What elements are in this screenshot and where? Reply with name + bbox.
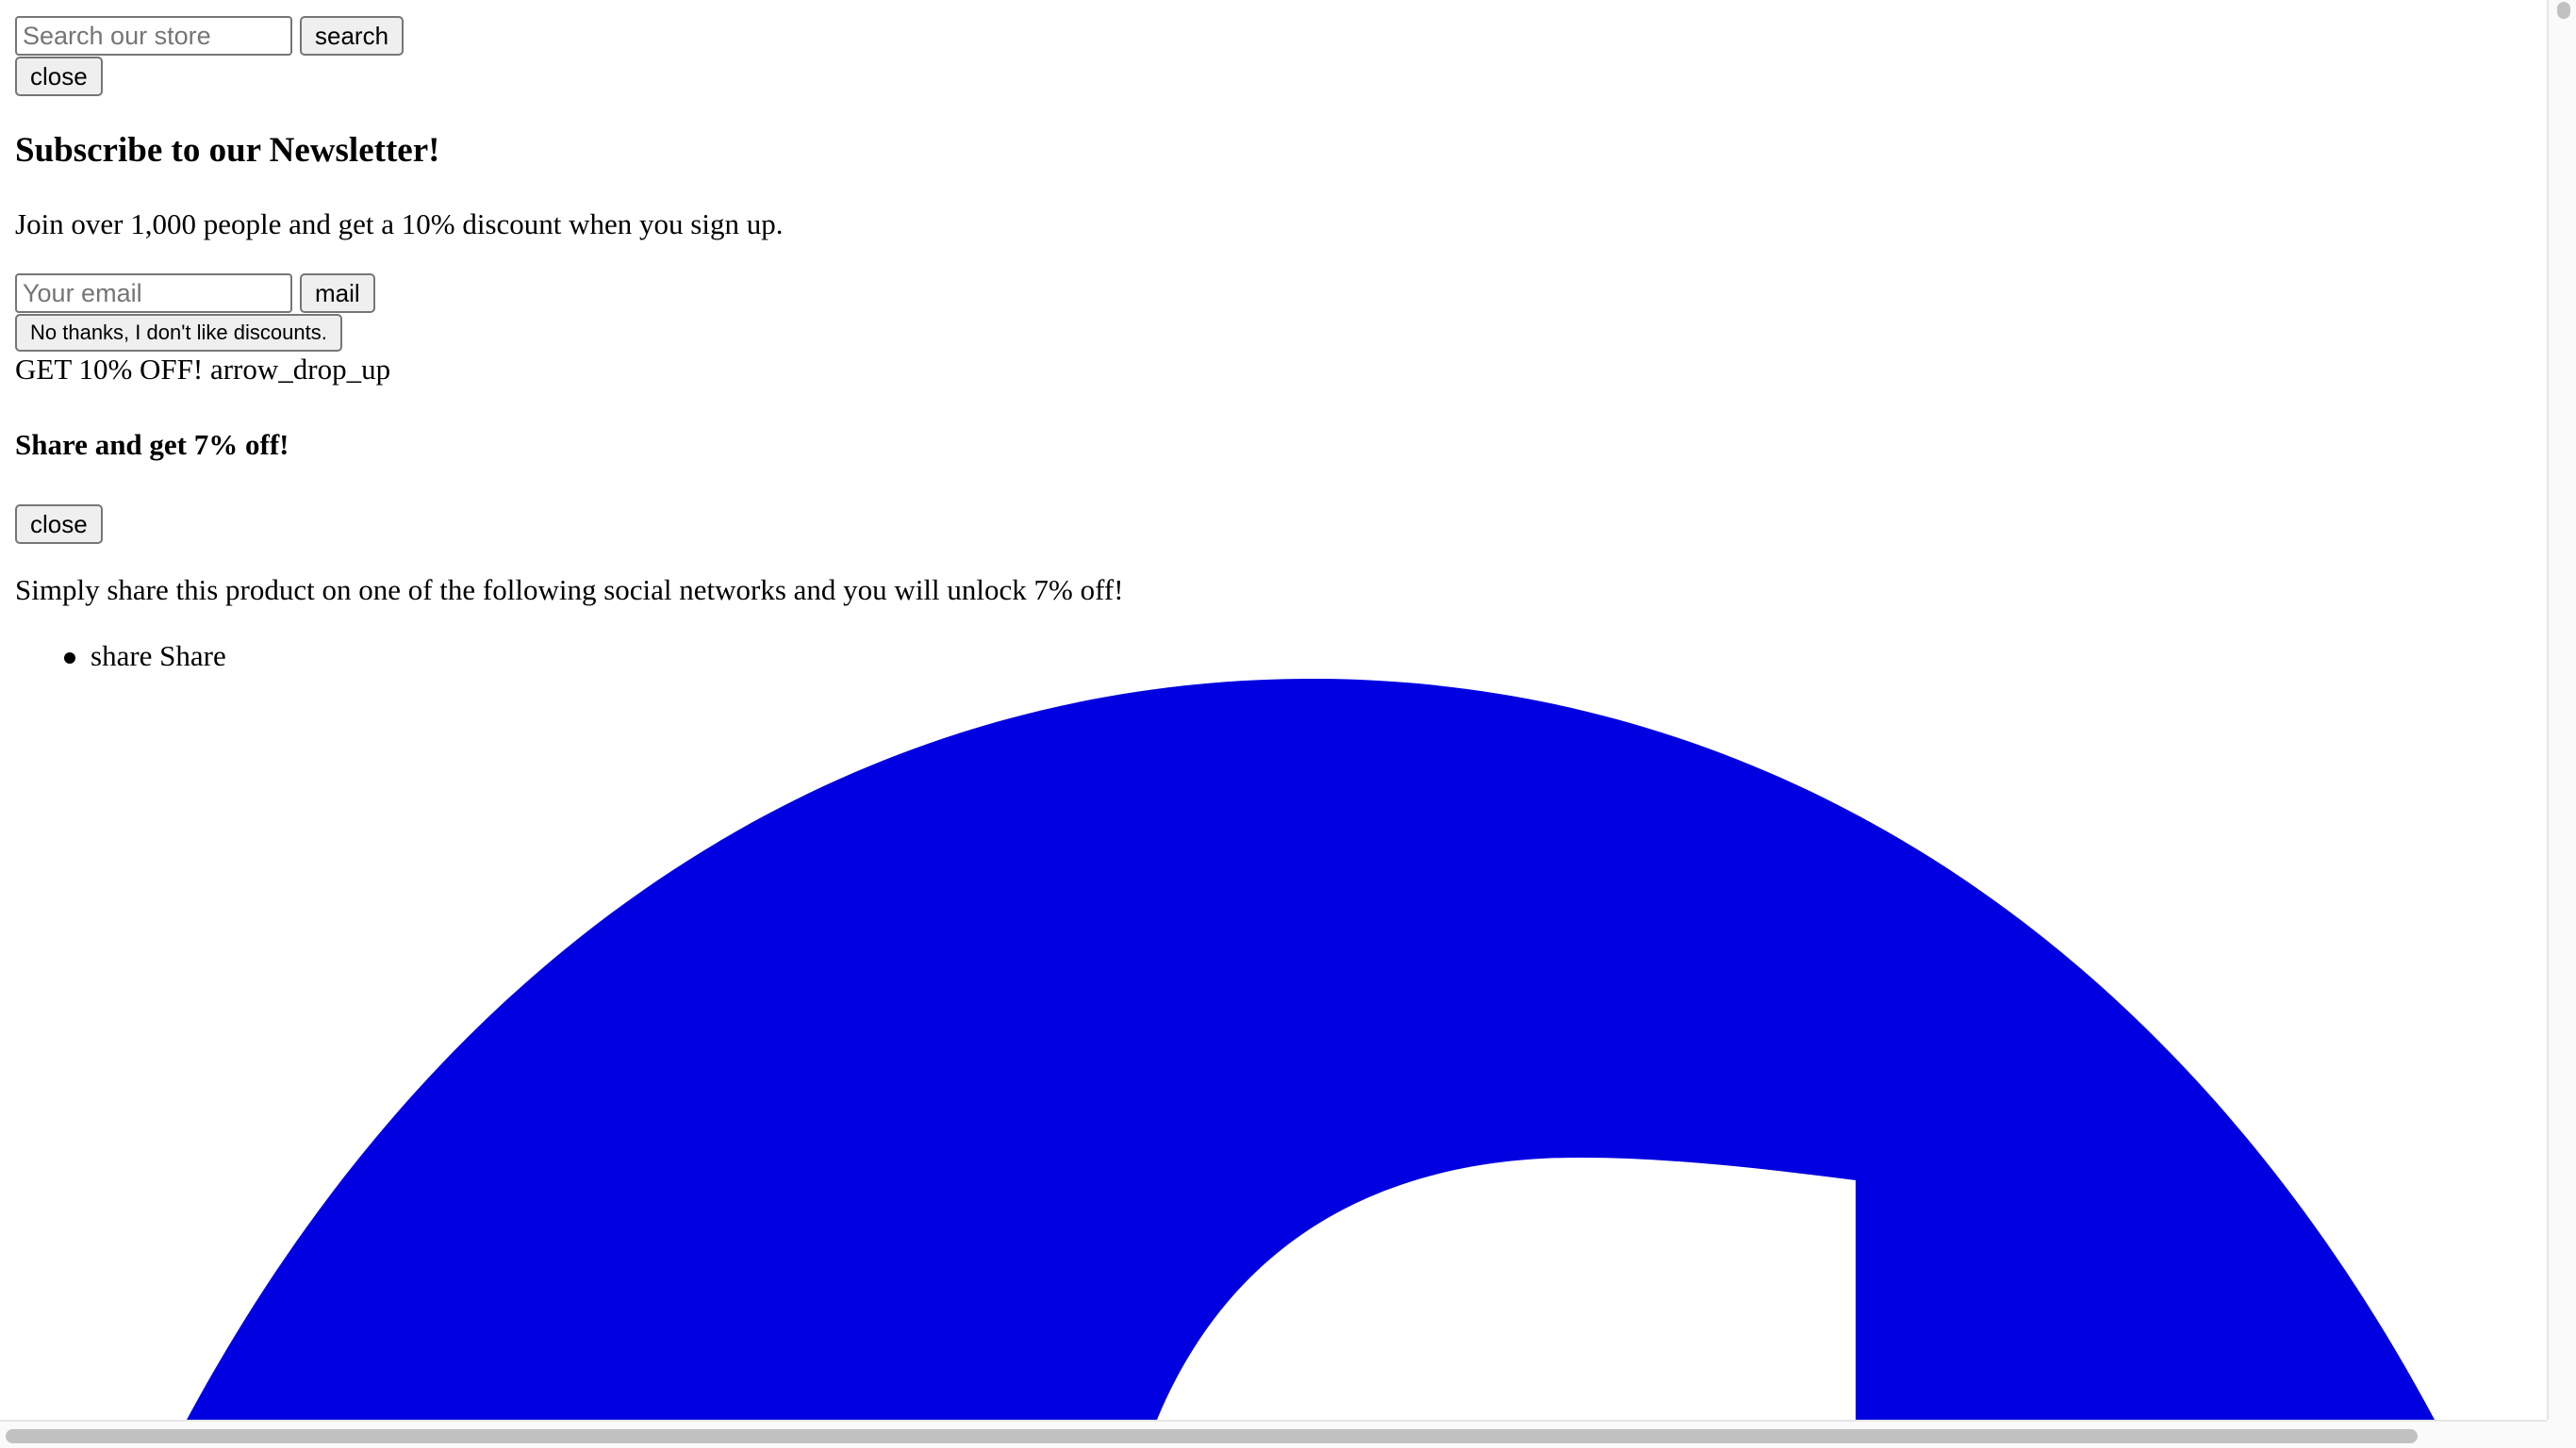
newsletter-title: Subscribe to our Newsletter! <box>15 131 440 170</box>
share-link[interactable]: share Share <box>91 639 226 673</box>
vertical-scrollbar[interactable] <box>2547 0 2576 1420</box>
search-input[interactable] <box>15 16 292 56</box>
share-panel-title: Share and get 7% off! <box>15 428 289 461</box>
decline-discount-button[interactable]: No thanks, I don't like discounts. <box>15 314 342 352</box>
scrollbar-corner <box>2547 1420 2576 1448</box>
mail-submit-button[interactable]: mail <box>300 273 375 313</box>
email-field[interactable] <box>15 273 292 313</box>
horizontal-scrollbar[interactable] <box>0 1420 2547 1448</box>
close-share-button[interactable]: close <box>15 504 103 544</box>
share-panel-description: Simply share this product on one of the … <box>15 573 1124 606</box>
close-newsletter-button[interactable]: close <box>15 57 103 96</box>
search-button[interactable]: search <box>300 16 405 56</box>
vertical-scrollbar-thumb[interactable] <box>2557 2 2570 19</box>
get-discount-toggle[interactable]: GET 10% OFF! arrow_drop_up <box>15 353 390 387</box>
horizontal-scrollbar-thumb[interactable] <box>6 1429 2418 1443</box>
newsletter-description: Join over 1,000 people and get a 10% dis… <box>15 207 784 240</box>
list-bullet <box>64 652 75 664</box>
glyph-shape <box>187 679 2435 1420</box>
